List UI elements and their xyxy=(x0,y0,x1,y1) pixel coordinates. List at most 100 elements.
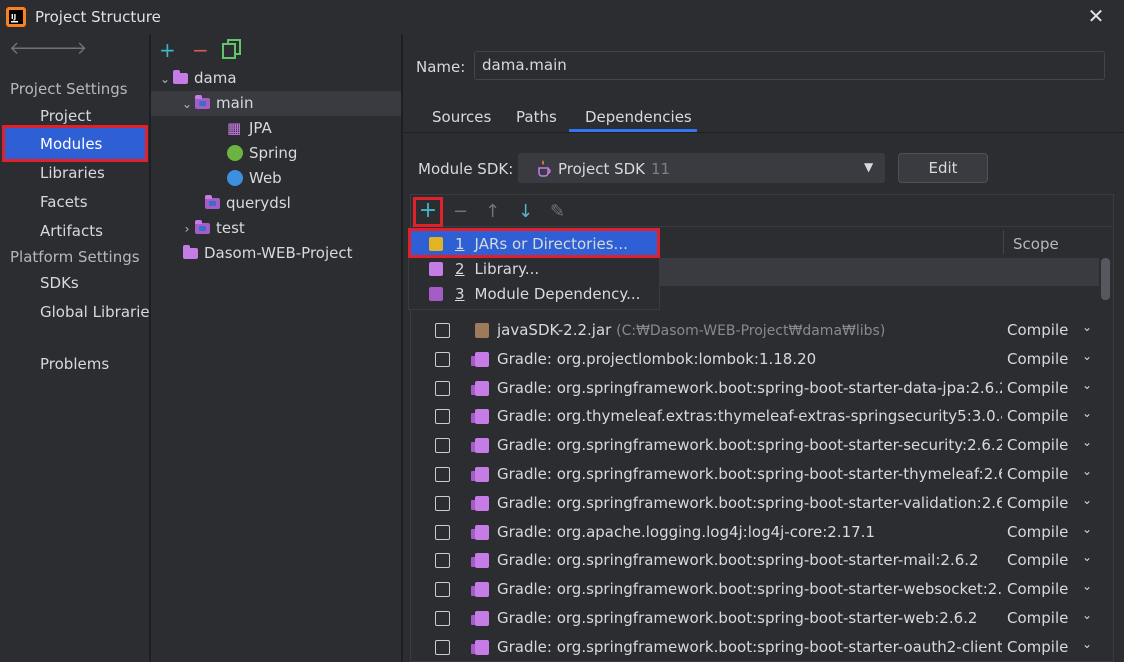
scope-value[interactable]: Compile xyxy=(1007,436,1068,454)
popup-item-library[interactable]: 2 Library... xyxy=(429,260,539,278)
dependency-row[interactable]: Gradle: org.springframework.boot:spring-… xyxy=(410,460,1110,489)
tree-label: querydsl xyxy=(226,194,291,212)
dependency-label: Gradle: org.springframework.boot:spring-… xyxy=(497,637,1002,656)
tree-node-main[interactable]: ⌄ main xyxy=(179,91,254,116)
chevron-down-icon[interactable]: ⌄ xyxy=(1082,378,1092,392)
scope-value[interactable]: Compile xyxy=(1007,465,1068,483)
tree-node-test[interactable]: › test xyxy=(179,216,245,240)
popup-item-module-dependency[interactable]: 3 Module Dependency... xyxy=(429,285,640,303)
spring-icon xyxy=(227,145,243,161)
add-module-icon[interactable]: + xyxy=(159,38,176,62)
popup-item-jars[interactable]: 1 JARs or Directories... xyxy=(429,235,628,253)
dependency-row[interactable]: Gradle: org.springframework.boot:spring-… xyxy=(410,374,1110,403)
scope-value[interactable]: Compile xyxy=(1007,609,1068,627)
library-icon xyxy=(471,495,489,511)
export-checkbox[interactable] xyxy=(435,380,450,396)
dependency-row[interactable]: Gradle: org.apache.logging.log4j:log4j-c… xyxy=(410,518,1110,547)
chevron-down-icon[interactable]: ⌄ xyxy=(157,67,173,91)
dependency-row[interactable]: Gradle: org.springframework.boot:spring-… xyxy=(410,575,1110,604)
scope-value[interactable]: Compile xyxy=(1007,407,1068,425)
library-icon xyxy=(429,262,443,276)
dependency-row[interactable]: Gradle: org.springframework.boot:spring-… xyxy=(410,546,1110,575)
dropdown-arrow-icon[interactable]: ▼ xyxy=(864,160,873,174)
chevron-down-icon[interactable]: ⌄ xyxy=(1082,435,1092,449)
nav-item-problems[interactable]: Problems xyxy=(40,355,109,373)
tab-sources[interactable]: Sources xyxy=(432,108,491,126)
chevron-down-icon[interactable]: ⌄ xyxy=(1082,608,1092,622)
export-checkbox[interactable] xyxy=(435,582,450,598)
chevron-down-icon[interactable]: ⌄ xyxy=(1082,464,1092,478)
dependency-path: (C:₩Dasom-WEB-Project₩dama₩libs) xyxy=(616,323,886,339)
chevron-right-icon[interactable]: › xyxy=(179,217,195,241)
tab-paths[interactable]: Paths xyxy=(516,108,557,126)
export-checkbox[interactable] xyxy=(435,351,450,367)
remove-dependency-icon[interactable]: − xyxy=(453,201,468,222)
export-checkbox[interactable] xyxy=(435,495,450,511)
export-checkbox[interactable] xyxy=(435,323,450,338)
chevron-down-icon[interactable]: ⌄ xyxy=(1082,550,1092,564)
nav-item-artifacts[interactable]: Artifacts xyxy=(40,222,103,240)
scope-value[interactable]: Compile xyxy=(1007,494,1068,512)
export-checkbox[interactable] xyxy=(435,438,450,454)
chevron-down-icon[interactable]: ⌄ xyxy=(1082,320,1092,334)
nav-item-global-libraries[interactable]: Global Libraries xyxy=(40,303,157,321)
chevron-down-icon[interactable]: ⌄ xyxy=(179,92,195,116)
chevron-down-icon[interactable]: ⌄ xyxy=(1082,579,1092,593)
dependency-row[interactable]: Gradle: org.thymeleaf.extras:thymeleaf-e… xyxy=(410,402,1110,431)
chevron-down-icon[interactable]: ⌄ xyxy=(1082,406,1092,420)
nav-item-facets[interactable]: Facets xyxy=(40,193,88,211)
tab-dependencies[interactable]: Dependencies xyxy=(585,108,692,126)
scope-value[interactable]: Compile xyxy=(1007,551,1068,569)
tree-node-web[interactable]: Web xyxy=(227,166,282,190)
dependency-row[interactable]: Gradle: org.springframework.boot:spring-… xyxy=(410,489,1110,518)
move-down-icon[interactable]: ↓ xyxy=(518,201,533,222)
dependency-name: Gradle: org.springframework.boot:spring-… xyxy=(497,551,1002,569)
add-dependency-button[interactable]: + xyxy=(413,197,443,227)
tree-node-project-root[interactable]: Dasom-WEB-Project xyxy=(183,241,352,265)
remove-module-icon[interactable]: − xyxy=(192,38,209,62)
vertical-scrollbar[interactable] xyxy=(1101,258,1110,300)
nav-item-modules[interactable]: Modules xyxy=(40,135,102,153)
nav-item-libraries[interactable]: Libraries xyxy=(40,164,105,182)
dependency-row[interactable]: Gradle: org.springframework.boot:spring-… xyxy=(410,604,1110,633)
forward-arrow-icon[interactable]: 🡒 xyxy=(39,38,87,59)
dependency-row[interactable]: Gradle: org.springframework.boot:spring-… xyxy=(410,633,1110,662)
edit-pencil-icon[interactable]: ✎ xyxy=(550,201,565,222)
export-checkbox[interactable] xyxy=(435,409,450,425)
edit-sdk-button[interactable]: Edit xyxy=(898,153,988,183)
module-icon xyxy=(429,287,443,301)
scope-value[interactable]: Compile xyxy=(1007,580,1068,598)
scope-value[interactable]: Compile xyxy=(1007,350,1068,368)
dependency-row[interactable]: Gradle: org.projectlombok:lombok:1.18.20… xyxy=(410,345,1110,374)
jar-folder-icon xyxy=(429,237,443,251)
tree-node-spring[interactable]: Spring xyxy=(227,141,297,165)
scope-value[interactable]: Compile xyxy=(1007,321,1068,339)
export-checkbox[interactable] xyxy=(435,524,450,540)
export-checkbox[interactable] xyxy=(435,639,450,655)
copy-module-icon[interactable] xyxy=(222,39,242,59)
scope-value[interactable]: Compile xyxy=(1007,379,1068,397)
module-name-input[interactable]: dama.main xyxy=(474,51,1105,80)
tree-node-querydsl[interactable]: querydsl xyxy=(205,191,291,215)
dependency-label: Gradle: org.springframework.boot:spring-… xyxy=(497,465,1002,483)
dependency-name: Gradle: org.springframework.boot:spring-… xyxy=(497,609,1002,627)
dependency-row[interactable]: javaSDK-2.2.jar (C:₩Dasom-WEB-Project₩da… xyxy=(410,316,1110,345)
move-up-icon[interactable]: ↑ xyxy=(485,201,500,222)
export-checkbox[interactable] xyxy=(435,553,450,569)
export-checkbox[interactable] xyxy=(435,611,450,626)
scope-value[interactable]: Compile xyxy=(1007,638,1068,656)
chevron-down-icon[interactable]: ⌄ xyxy=(1082,522,1092,536)
dependency-row[interactable]: Gradle: org.springframework.boot:spring-… xyxy=(410,431,1110,460)
close-icon[interactable]: ✕ xyxy=(1084,4,1108,28)
chevron-down-icon[interactable]: ⌄ xyxy=(1082,493,1092,507)
export-checkbox[interactable] xyxy=(435,467,450,482)
scope-column-header: Scope xyxy=(1013,235,1059,253)
tree-node-jpa[interactable]: ▦ JPA xyxy=(227,116,272,140)
chevron-down-icon[interactable]: ⌄ xyxy=(1082,637,1092,651)
nav-item-project[interactable]: Project xyxy=(40,107,91,125)
nav-item-sdks[interactable]: SDKs xyxy=(40,274,79,292)
tree-label: main xyxy=(216,94,254,112)
scope-value[interactable]: Compile xyxy=(1007,523,1068,541)
tree-node-dama[interactable]: ⌄ dama xyxy=(157,66,237,90)
chevron-down-icon[interactable]: ⌄ xyxy=(1082,349,1092,363)
